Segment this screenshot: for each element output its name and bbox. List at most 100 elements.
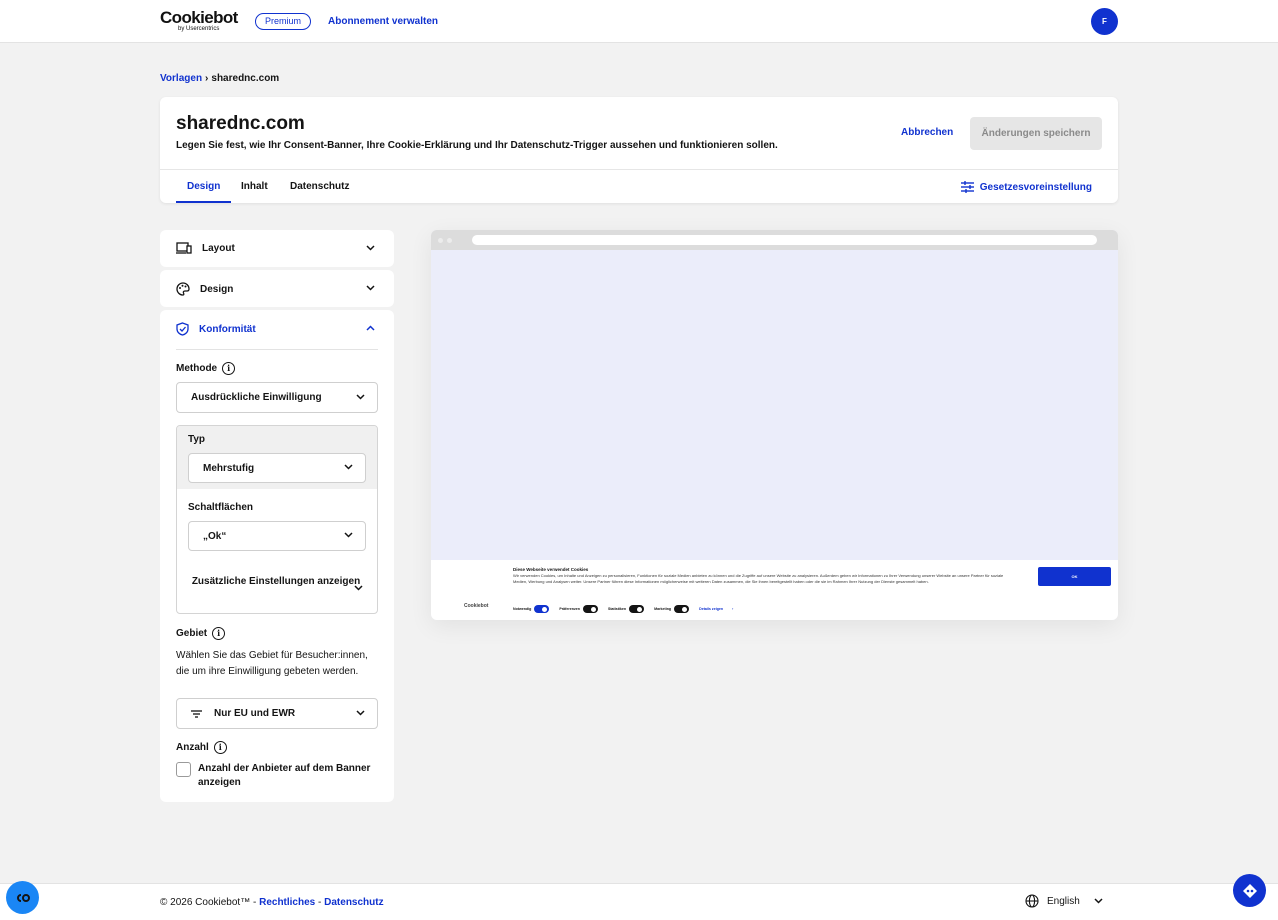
region-label-text: Gebiet [176,628,208,639]
banner-type-box: Typ Mehrstufig Schaltflächen „Ok“ Zusätz… [176,425,378,614]
region-label: Gebiet i [176,627,226,640]
vendor-count-checkbox-label[interactable]: Anzahl der Anbieter auf dem Banner anzei… [198,762,384,790]
legal-preset-button[interactable]: Gesetzesvoreinstellung [960,181,1092,193]
accordion-layout-label: Layout [202,242,235,254]
banner-title: Diese Webseite verwendet Cookies [513,567,589,572]
toggle-switch[interactable] [629,605,645,613]
breadcrumb-templates-link[interactable]: Vorlagen [160,73,202,84]
show-details-label: Details zeigen [699,607,724,611]
save-changes-button[interactable]: Änderungen speichern [970,117,1102,150]
buttons-select[interactable]: „Ok“ [188,521,366,551]
devices-icon [176,242,192,254]
accordion-layout[interactable]: Layout [160,230,394,267]
manage-subscription-link[interactable]: Abonnement verwalten [328,16,438,27]
browser-dot [438,238,443,243]
toggle-label: Notwendig [513,607,532,611]
more-settings-button[interactable]: Zusätzliche Einstellungen anzeigen [191,574,361,590]
method-label: Methode i [176,362,236,375]
method-select-value: Ausdrückliche Einwilligung [191,392,322,403]
type-label: Typ [188,434,206,445]
chevron-right-icon: › [732,607,734,611]
chevron-down-icon [344,532,353,538]
footer: © 2026 Cookiebot™ - Rechtliches - Datens… [0,883,1278,920]
toggle-switch[interactable] [582,605,598,613]
cookie-consent-widget-button[interactable] [6,881,39,914]
browser-bar [431,230,1118,250]
chevron-down-icon [356,393,365,400]
breadcrumb-separator: › [205,73,209,84]
type-select-value: Mehrstufig [203,462,255,474]
page-description: Legen Sie fest, wie Ihr Consent-Banner, … [176,140,778,151]
breadcrumb-current: sharednc.com [211,73,280,84]
cancel-button[interactable]: Abbrechen [901,127,953,138]
logo-text: Cookiebot [160,8,238,27]
toggle-necessary[interactable]: Notwendig [513,605,550,613]
toggle-statistics[interactable]: Statistiken [607,605,645,613]
toggle-label: Marketing [654,607,672,611]
banner-toggles: Notwendig Präferenzen Statistiken Market… [513,605,733,613]
privacy-link[interactable]: Datenschutz [324,897,383,908]
count-label-text: Anzahl [176,742,209,753]
active-tab-indicator [176,201,231,203]
banner-text: Wir verwenden Cookies, um Inhalte und An… [513,573,1004,584]
filter-icon [191,709,202,718]
region-description: Wählen Sie das Gebiet für Besucher:innen… [176,650,368,677]
more-settings-label: Zusätzliche Einstellungen anzeigen [191,576,361,587]
toggle-label: Statistiken [607,607,627,611]
footer-copyright: © 2026 Cookiebot™ - Rechtliches - Datens… [160,897,384,908]
banner-preview: Cookiebot Diese Webseite verwendet Cooki… [431,230,1118,620]
cookiebot-logo[interactable]: Cookiebot by Usercentrics [160,8,238,32]
language-label: English [1047,895,1080,907]
region-select-value: Nur EU und EWR [214,708,296,719]
accordion-compliance: Konformität Methode i Ausdrückliche Einw… [160,310,394,802]
count-label: Anzahl i [176,741,227,754]
avatar[interactable]: F [1091,8,1118,35]
tab-design[interactable]: Design [187,181,220,192]
buttons-select-value: „Ok“ [203,530,227,542]
type-select[interactable]: Mehrstufig [188,453,366,483]
chevron-down-icon [344,464,353,470]
browser-dot [447,238,452,243]
top-bar: Cookiebot by Usercentrics Premium Abonne… [0,0,1278,43]
legal-preset-label: Gesetzesvoreinstellung [979,181,1092,193]
buttons-label: Schaltflächen [188,502,254,513]
divider [160,169,1118,170]
accordion-design-label: Design [200,283,234,295]
toggle-switch[interactable] [534,605,550,613]
method-select[interactable]: Ausdrückliche Einwilligung [176,382,378,413]
globe-icon [1025,894,1039,908]
help-chat-button[interactable] [1233,874,1266,907]
legal-link[interactable]: Rechtliches [259,897,315,908]
accordion-compliance-header[interactable]: Konformität [176,322,256,336]
accordion-layout-header: Layout [176,242,235,254]
info-icon[interactable]: i [212,627,226,640]
info-icon[interactable]: i [222,362,236,375]
region-select[interactable]: Nur EU und EWR [176,698,378,729]
toggle-switch[interactable] [674,605,690,613]
banner-ok-button[interactable]: OK [1038,567,1111,586]
breadcrumb: Vorlagen › sharednc.com [160,73,279,84]
shield-check-icon [176,322,189,336]
vendor-count-checkbox[interactable] [176,762,191,777]
info-icon[interactable]: i [213,741,227,754]
toggle-marketing[interactable]: Marketing [654,605,690,613]
footer-dash: - [318,897,322,908]
accordion-compliance-label: Konformität [199,323,256,335]
language-selector[interactable]: English [1025,894,1103,908]
chat-bot-icon [1242,883,1257,898]
copyright-text: © 2026 Cookiebot™ - [160,897,257,908]
page-title: sharednc.com [176,113,305,134]
chevron-down-icon [366,245,375,251]
toggle-preferences[interactable]: Präferenzen [559,605,598,613]
browser-url-bar [472,235,1097,245]
tab-content[interactable]: Inhalt [241,181,268,192]
show-details-link[interactable]: Details zeigen › [699,607,733,611]
chevron-down-icon [1094,898,1103,904]
accordion-design[interactable]: Design [160,270,394,307]
tab-privacy[interactable]: Datenschutz [290,181,349,192]
chevron-down-icon [354,585,363,591]
palette-icon [176,282,190,296]
divider [176,349,378,350]
consent-banner: Cookiebot Diese Webseite verwendet Cooki… [431,560,1118,620]
chevron-up-icon[interactable] [366,325,375,331]
